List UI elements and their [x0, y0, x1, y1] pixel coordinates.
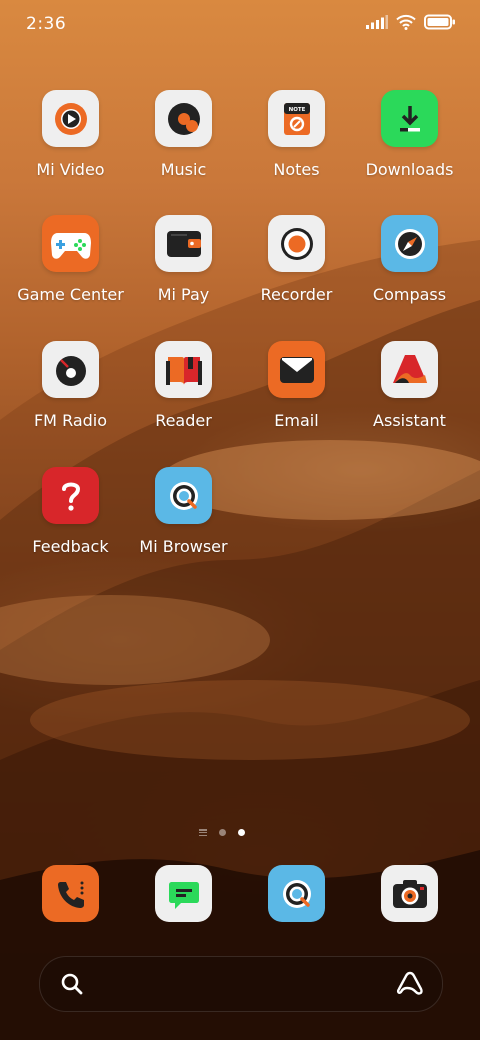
app-notes[interactable]: NOTE Notes	[240, 90, 353, 200]
music-icon	[155, 90, 212, 147]
app-reader[interactable]: Reader	[127, 341, 240, 451]
fm-radio-icon	[42, 341, 99, 398]
app-label: FM Radio	[33, 411, 108, 430]
app-downloads[interactable]: Downloads	[353, 90, 466, 200]
app-label: Downloads	[365, 160, 454, 179]
game-center-icon	[42, 215, 99, 272]
notes-icon-text: NOTE	[288, 107, 305, 113]
app-music[interactable]: Music	[127, 90, 240, 200]
app-label: Email	[274, 411, 319, 430]
voice-assistant-icon[interactable]	[396, 970, 424, 996]
home-screen: 2:36 Mi Video Music NOTE Notes Downloads…	[0, 0, 480, 1040]
feedback-icon	[42, 467, 99, 524]
app-mi-pay[interactable]: Mi Pay	[127, 215, 240, 325]
app-label: Mi Pay	[157, 285, 210, 304]
app-label: Compass	[372, 285, 447, 304]
email-icon	[268, 341, 325, 398]
compass-icon	[381, 215, 438, 272]
app-feedback[interactable]: Feedback	[14, 467, 127, 577]
app-label: Feedback	[32, 537, 109, 556]
app-label: Notes	[273, 160, 320, 179]
battery-icon	[424, 14, 455, 30]
phone-icon[interactable]	[42, 865, 99, 922]
app-label: Music	[160, 160, 207, 179]
downloads-icon	[381, 90, 438, 147]
app-assistant[interactable]: Assistant	[353, 341, 466, 451]
mi-pay-icon	[155, 215, 212, 272]
app-label: Mi Video	[36, 160, 105, 179]
app-label: Reader	[155, 411, 212, 430]
status-bar: 2:36	[0, 0, 480, 50]
wifi-icon	[396, 14, 416, 30]
search-icon[interactable]	[60, 972, 84, 996]
app-email[interactable]: Email	[240, 341, 353, 451]
app-compass[interactable]: Compass	[353, 215, 466, 325]
assistant-icon	[381, 341, 438, 398]
page-dot-1[interactable]	[219, 829, 226, 836]
recorder-icon	[268, 215, 325, 272]
app-fm-radio[interactable]: FM Radio	[14, 341, 127, 451]
camera-icon[interactable]	[381, 865, 438, 922]
app-label: Recorder	[260, 285, 333, 304]
app-recorder[interactable]: Recorder	[240, 215, 353, 325]
app-label: Game Center	[17, 285, 124, 304]
clock: 2:36	[26, 14, 67, 34]
page-dot-2[interactable]	[238, 829, 245, 836]
app-mi-browser[interactable]: Mi Browser	[127, 467, 240, 577]
search-bar[interactable]	[39, 956, 443, 1012]
app-game-center[interactable]: Game Center	[14, 215, 127, 325]
page-indicator	[199, 829, 245, 836]
reader-icon	[155, 341, 212, 398]
mi-video-icon	[42, 90, 99, 147]
browser-icon[interactable]	[268, 865, 325, 922]
app-mi-video[interactable]: Mi Video	[14, 90, 127, 200]
signal-icon	[366, 15, 388, 29]
messages-icon[interactable]	[155, 865, 212, 922]
mi-browser-icon	[155, 467, 212, 524]
app-label: Assistant	[373, 411, 446, 430]
notes-icon: NOTE	[268, 90, 325, 147]
app-label: Mi Browser	[139, 537, 228, 556]
page-indicator-menu	[199, 829, 207, 836]
